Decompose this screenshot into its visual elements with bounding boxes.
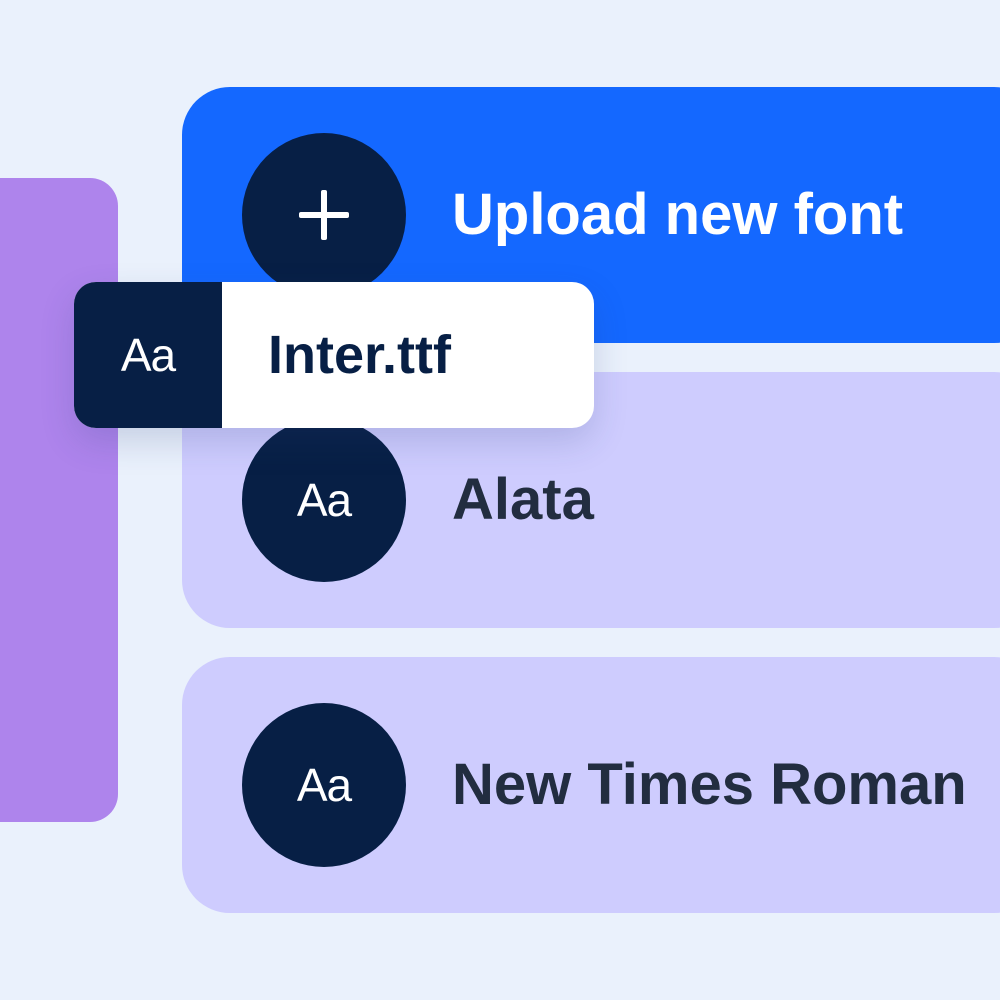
font-icon: Aa <box>242 703 406 867</box>
upload-new-font-label: Upload new font <box>452 182 904 247</box>
font-name: Alata <box>452 467 594 532</box>
uploaded-file-chip[interactable]: Aa Inter.ttf <box>74 282 594 428</box>
font-file-icon: Aa <box>74 282 222 428</box>
font-name: New Times Roman <box>452 752 967 817</box>
font-icon-label: Aa <box>296 474 352 526</box>
uploaded-file-name: Inter.ttf <box>268 325 451 385</box>
side-panel <box>0 178 118 822</box>
font-icon-label: Aa <box>296 759 352 811</box>
font-file-icon-label: Aa <box>120 329 176 381</box>
plus-icon <box>299 190 349 240</box>
font-icon: Aa <box>242 418 406 582</box>
font-item-new-times-roman[interactable]: Aa New Times Roman <box>182 657 1000 913</box>
upload-icon-circle[interactable] <box>242 133 406 297</box>
